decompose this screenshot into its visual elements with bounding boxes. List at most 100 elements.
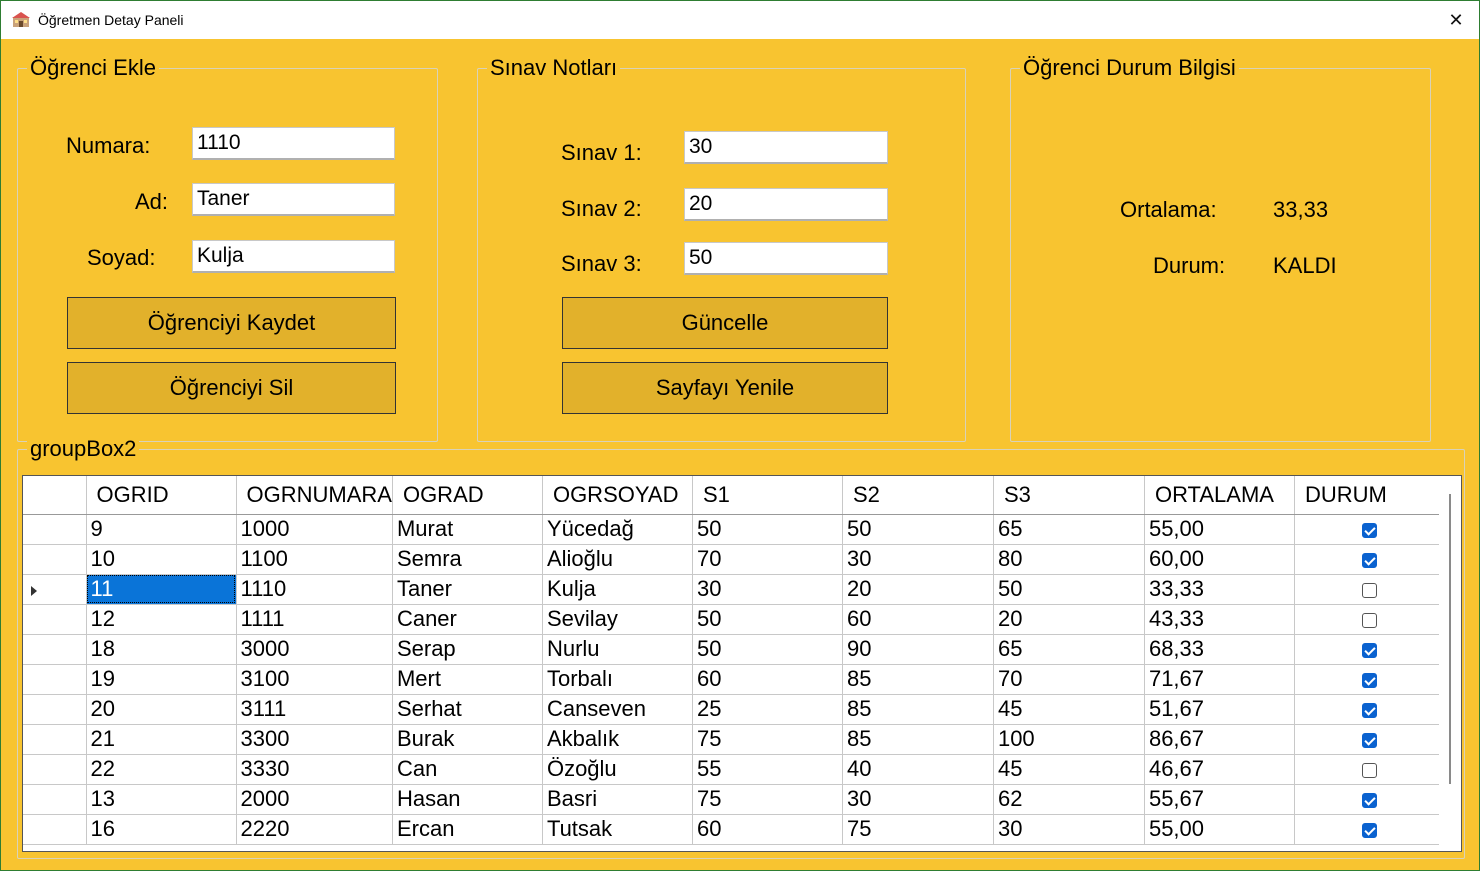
table-cell[interactable]: 10 <box>86 544 237 575</box>
table-cell[interactable]: Basri <box>542 784 693 815</box>
table-cell[interactable]: Akbalık <box>542 724 693 755</box>
table-cell[interactable]: 30 <box>842 784 994 815</box>
table-cell[interactable]: 1111 <box>236 604 393 635</box>
scrollbar-thumb[interactable] <box>1449 494 1451 784</box>
table-cell[interactable]: Serhat <box>392 694 543 725</box>
column-header[interactable]: DURUM <box>1294 476 1446 515</box>
checked-checkbox[interactable] <box>1362 642 1378 658</box>
table-cell[interactable]: Tutsak <box>542 814 693 845</box>
table-cell[interactable]: Alioğlu <box>542 544 693 575</box>
table-cell[interactable]: Murat <box>392 514 543 545</box>
table-cell[interactable]: Hasan <box>392 784 543 815</box>
table-row[interactable]: 21 3300 Burak Akbalık 75 85 100 86,67 <box>23 724 1446 755</box>
table-cell[interactable]: 85 <box>842 724 994 755</box>
table-cell[interactable]: Sevilay <box>542 604 693 635</box>
table-cell[interactable]: 85 <box>842 664 994 695</box>
column-header[interactable]: OGRNUMARA <box>236 476 393 515</box>
table-cell[interactable]: 2220 <box>236 814 393 845</box>
table-cell[interactable]: 50 <box>692 514 843 545</box>
row-header[interactable] <box>23 574 87 605</box>
table-cell[interactable]: 45 <box>993 754 1145 785</box>
table-cell[interactable]: 12 <box>86 604 237 635</box>
table-cell[interactable]: 1100 <box>236 544 393 575</box>
table-cell[interactable]: 20 <box>842 574 994 605</box>
exam1-input[interactable]: 30 <box>684 131 888 164</box>
table-cell[interactable]: 75 <box>692 724 843 755</box>
checked-checkbox[interactable] <box>1362 792 1378 808</box>
table-cell[interactable]: Canseven <box>542 694 693 725</box>
table-cell[interactable]: 2000 <box>236 784 393 815</box>
table-cell[interactable]: 60 <box>692 814 843 845</box>
table-cell[interactable]: 55,00 <box>1144 814 1295 845</box>
table-cell[interactable]: 3000 <box>236 634 393 665</box>
table-cell[interactable]: Serap <box>392 634 543 665</box>
table-cell[interactable]: Nurlu <box>542 634 693 665</box>
soyad-input[interactable]: Kulja <box>192 240 395 273</box>
table-row[interactable]: 16 2220 Ercan Tutsak 60 75 30 55,00 <box>23 814 1446 845</box>
table-cell[interactable]: 3111 <box>236 694 393 725</box>
close-button[interactable]: ✕ <box>1433 1 1479 39</box>
delete-student-button[interactable]: Öğrenciyi Sil <box>67 362 396 414</box>
table-cell[interactable]: 3330 <box>236 754 393 785</box>
vertical-scrollbar[interactable] <box>1439 476 1461 851</box>
row-header[interactable] <box>23 724 87 755</box>
table-cell[interactable]: 71,67 <box>1144 664 1295 695</box>
table-cell[interactable]: 25 <box>692 694 843 725</box>
checked-checkbox[interactable] <box>1362 672 1378 688</box>
table-cell[interactable]: 13 <box>86 784 237 815</box>
table-cell[interactable]: 50 <box>692 634 843 665</box>
table-cell[interactable]: Kulja <box>542 574 693 605</box>
table-cell[interactable]: 65 <box>993 634 1145 665</box>
unchecked-checkbox[interactable] <box>1362 612 1378 628</box>
table-cell[interactable]: Caner <box>392 604 543 635</box>
row-header[interactable] <box>23 544 87 575</box>
numara-input[interactable]: 1110 <box>192 127 395 160</box>
table-cell[interactable]: 90 <box>842 634 994 665</box>
table-cell[interactable]: Ercan <box>392 814 543 845</box>
checked-checkbox[interactable] <box>1362 732 1378 748</box>
table-cell[interactable]: 3300 <box>236 724 393 755</box>
durum-checkbox-cell[interactable] <box>1294 664 1446 695</box>
table-cell[interactable]: Burak <box>392 724 543 755</box>
table-cell[interactable]: 68,33 <box>1144 634 1295 665</box>
table-row[interactable]: 12 1111 Caner Sevilay 50 60 20 43,33 <box>23 604 1446 635</box>
table-cell[interactable]: Mert <box>392 664 543 695</box>
durum-checkbox-cell[interactable] <box>1294 604 1446 635</box>
table-cell[interactable]: 3100 <box>236 664 393 695</box>
checked-checkbox[interactable] <box>1362 552 1378 568</box>
table-cell[interactable]: 85 <box>842 694 994 725</box>
durum-checkbox-cell[interactable] <box>1294 574 1446 605</box>
table-cell[interactable]: 21 <box>86 724 237 755</box>
table-cell[interactable]: 20 <box>993 604 1145 635</box>
refresh-page-button[interactable]: Sayfayı Yenile <box>562 362 888 414</box>
durum-checkbox-cell[interactable] <box>1294 634 1446 665</box>
column-header[interactable]: S2 <box>842 476 994 515</box>
table-row[interactable]: 13 2000 Hasan Basri 75 30 62 55,67 <box>23 784 1446 815</box>
checked-checkbox[interactable] <box>1362 702 1378 718</box>
table-cell[interactable]: Semra <box>392 544 543 575</box>
table-cell[interactable]: 50 <box>692 604 843 635</box>
table-cell[interactable]: 19 <box>86 664 237 695</box>
table-cell[interactable]: Taner <box>392 574 543 605</box>
durum-checkbox-cell[interactable] <box>1294 694 1446 725</box>
table-row[interactable]: 22 3330 Can Özoğlu 55 40 45 46,67 <box>23 754 1446 785</box>
durum-checkbox-cell[interactable] <box>1294 814 1446 845</box>
table-cell[interactable]: 18 <box>86 634 237 665</box>
table-cell[interactable]: 70 <box>692 544 843 575</box>
row-header[interactable] <box>23 784 87 815</box>
table-cell[interactable]: 50 <box>993 574 1145 605</box>
column-header[interactable]: S1 <box>692 476 843 515</box>
table-cell[interactable]: 30 <box>842 544 994 575</box>
column-header[interactable]: OGRSOYAD <box>542 476 693 515</box>
column-header[interactable]: S3 <box>993 476 1145 515</box>
table-cell[interactable]: 65 <box>993 514 1145 545</box>
durum-checkbox-cell[interactable] <box>1294 544 1446 575</box>
update-button[interactable]: Güncelle <box>562 297 888 349</box>
row-header[interactable] <box>23 814 87 845</box>
table-cell[interactable]: 9 <box>86 514 237 545</box>
table-cell[interactable]: Özoğlu <box>542 754 693 785</box>
table-cell[interactable]: 1110 <box>236 574 393 605</box>
unchecked-checkbox[interactable] <box>1362 582 1378 598</box>
table-cell[interactable]: 60 <box>842 604 994 635</box>
table-cell[interactable]: 50 <box>842 514 994 545</box>
